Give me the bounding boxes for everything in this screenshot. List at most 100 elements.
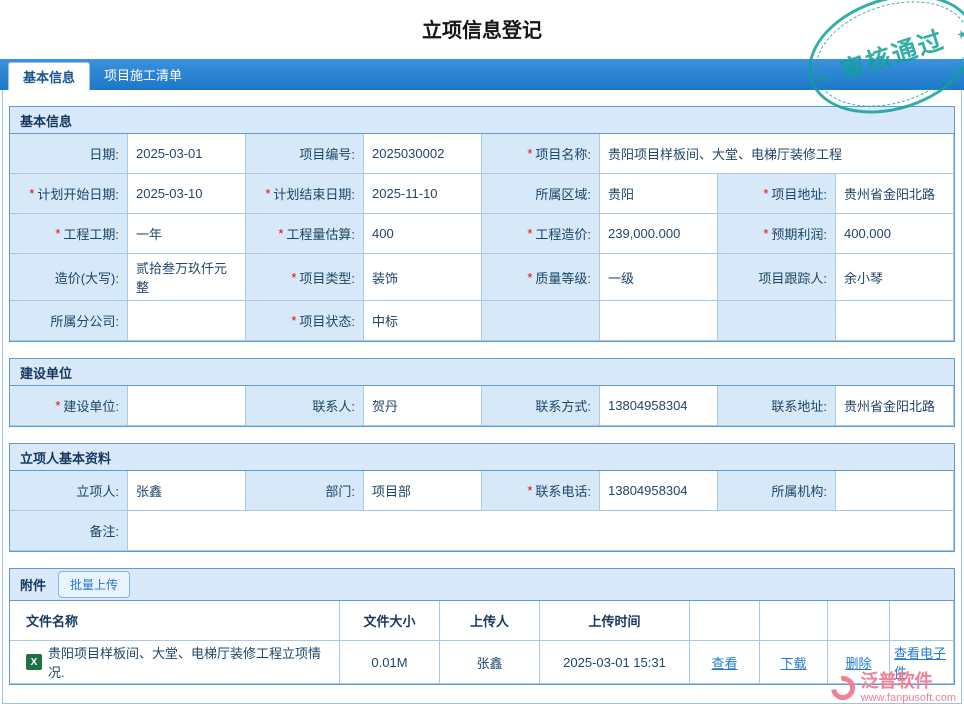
initiator-info-table: 立项人: 张鑫 部门: 项目部 * 联系电话: 13804958304 所属机构: 备注: (10, 471, 954, 551)
vendor-brand: 泛普软件 (860, 671, 933, 692)
field-value: 余小琴 (836, 254, 954, 301)
field-value: 贵阳项目样板间、大堂、电梯厅装修工程 (600, 134, 954, 174)
field-label: 联系人: (246, 386, 364, 426)
required-asterisk: * (291, 269, 297, 285)
field-label: 日期: (10, 134, 128, 174)
field-value (128, 386, 246, 426)
field-label: * 建设单位: (10, 386, 128, 426)
field-label: * 质量等级: (482, 254, 600, 301)
excel-file-icon: X (26, 654, 42, 670)
delete-link[interactable]: 删除 (845, 653, 871, 672)
required-asterisk: * (55, 398, 61, 413)
vendor-watermark: 泛普软件 www.fanpusoft.com (825, 671, 956, 705)
field-value: 2025-11-10 (364, 174, 482, 214)
field-value (128, 511, 954, 551)
section-basic-info-title: 基本信息 (10, 107, 954, 134)
attachment-file-name: X 贵阳项目样板间、大堂、电梯厅装修工程立项情况. (10, 641, 340, 684)
field-label: * 工程量估算: (246, 214, 364, 254)
field-value: 13804958304 (600, 471, 718, 511)
required-asterisk: * (278, 226, 284, 241)
col-header-action (690, 601, 760, 641)
field-label: * 预期利润: (718, 214, 836, 254)
field-value: 贺丹 (364, 386, 482, 426)
field-value: 一年 (128, 214, 246, 254)
col-header-action (890, 601, 954, 641)
section-initiator-info-title: 立项人基本资料 (10, 444, 954, 471)
field-label: 备注: (10, 511, 128, 551)
view-link[interactable]: 查看 (711, 653, 737, 672)
field-label: * 项目地址: (718, 174, 836, 214)
field-label: 项目编号: (246, 134, 364, 174)
required-asterisk: * (527, 483, 533, 498)
field-value: 2025030002 (364, 134, 482, 174)
vendor-url: www.fanpusoft.com (860, 692, 956, 704)
field-value (836, 471, 954, 511)
section-initiator-info: 立项人基本资料 立项人: 张鑫 部门: 项目部 * 联系电话: 13804958304 所属机… (9, 443, 955, 552)
section-attachments: 附件 批量上传 文件名称 文件大小 上传人 上传时间 X 贵阳项目样板间、大堂、… (9, 568, 955, 685)
attachment-file-size: 0.01M (340, 641, 440, 684)
field-label: * 工程造价: (482, 214, 600, 254)
field-label: * 计划结束日期: (246, 174, 364, 214)
required-asterisk: * (763, 186, 769, 201)
field-label (482, 301, 600, 341)
field-label: 联系方式: (482, 386, 600, 426)
attachment-uploader: 张鑫 (440, 641, 540, 684)
required-asterisk: * (291, 313, 297, 328)
field-value: 装饰 (364, 254, 482, 301)
field-value: 贰拾叁万玖仟元整 (128, 254, 246, 301)
field-value (600, 301, 718, 341)
batch-upload-button[interactable]: 批量上传 (58, 571, 131, 598)
col-header-uploader: 上传人 (440, 601, 540, 641)
required-asterisk: * (55, 226, 61, 241)
field-value: 贵州省金阳北路 (836, 386, 954, 426)
field-value: 2025-03-01 (128, 134, 246, 174)
field-label: 所属机构: (718, 471, 836, 511)
construction-unit-table: * 建设单位: 联系人: 贺丹 联系方式: 13804958304 联系地址: 贵州省金阳北路 (10, 386, 954, 426)
field-label: 所属区域: (482, 174, 600, 214)
field-label: 联系地址: (718, 386, 836, 426)
field-value: 2025-03-10 (128, 174, 246, 214)
section-construction-unit: 建设单位 * 建设单位: 联系人: 贺丹 联系方式: 13804958304 联系地址: 贵州… (9, 358, 955, 427)
attachment-file-name-text: 贵阳项目样板间、大堂、电梯厅装修工程立项情况. (48, 646, 322, 680)
field-value: 贵州省金阳北路 (836, 174, 954, 214)
field-label: * 联系电话: (482, 471, 600, 511)
required-asterisk: * (265, 186, 271, 201)
field-label: * 项目状态: (246, 301, 364, 341)
required-asterisk: * (29, 186, 35, 201)
required-asterisk: * (527, 146, 533, 161)
field-value: 239,000.000 (600, 214, 718, 254)
page-title: 立项信息登记 (422, 20, 542, 42)
field-value (128, 301, 246, 341)
field-value: 贵阳 (600, 174, 718, 214)
attachment-upload-time: 2025-03-01 15:31 (540, 641, 690, 684)
field-label: 部门: (246, 471, 364, 511)
field-label: 所属分公司: (10, 301, 128, 341)
field-label: * 计划开始日期: (10, 174, 128, 214)
download-link[interactable]: 下载 (780, 653, 806, 672)
field-label: 造价(大写): (10, 254, 128, 301)
tab-basic-info[interactable]: 基本信息 (8, 62, 91, 90)
field-label: * 项目类型: (246, 254, 364, 301)
field-label: 项目跟踪人: (718, 254, 836, 301)
required-asterisk: * (527, 269, 533, 285)
field-value (836, 301, 954, 341)
attachments-header: 附件 批量上传 (10, 569, 954, 601)
col-header-upload-time: 上传时间 (540, 601, 690, 641)
col-header-file-name: 文件名称 (10, 601, 340, 641)
required-asterisk: * (527, 226, 533, 241)
col-header-action (760, 601, 828, 641)
content-frame: 基本信息 日期: 2025-03-01 项目编号: 2025030002 * 项目名称: 贵… (2, 90, 962, 704)
section-basic-info: 基本信息 日期: 2025-03-01 项目编号: 2025030002 * 项目名称: 贵… (9, 106, 955, 342)
section-construction-unit-title: 建设单位 (10, 359, 954, 386)
field-label: 立项人: (10, 471, 128, 511)
tab-construction-list[interactable]: 项目施工清单 (90, 59, 196, 90)
field-value: 400 (364, 214, 482, 254)
field-value: 400.000 (836, 214, 954, 254)
attachments-table: 文件名称 文件大小 上传人 上传时间 X 贵阳项目样板间、大堂、电梯厅装修工程立… (10, 601, 954, 684)
field-value: 项目部 (364, 471, 482, 511)
field-value: 一级 (600, 254, 718, 301)
col-header-action (828, 601, 890, 641)
field-label (718, 301, 836, 341)
field-value: 13804958304 (600, 386, 718, 426)
field-value: 张鑫 (128, 471, 246, 511)
